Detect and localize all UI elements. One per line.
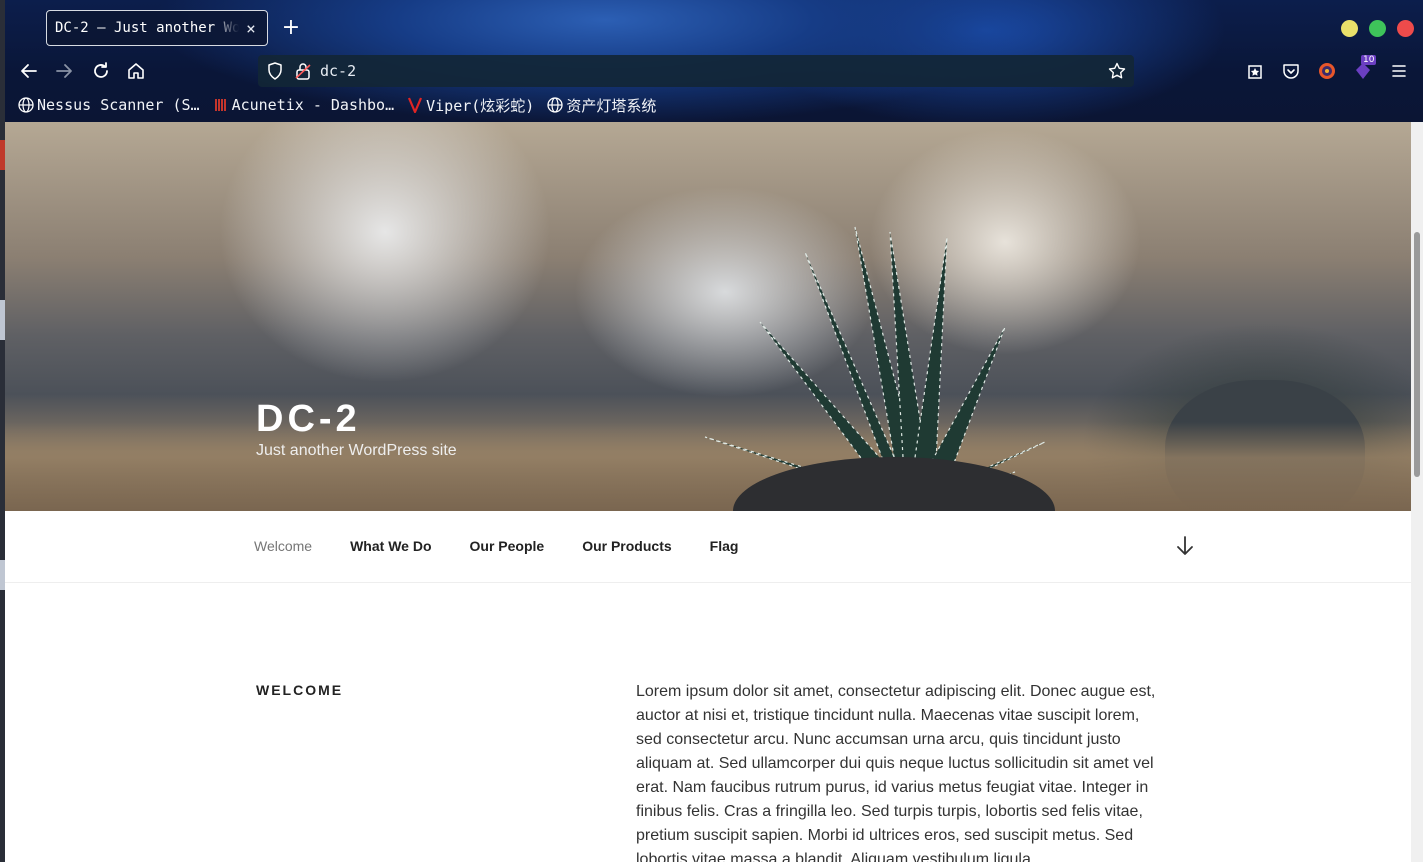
reading-list-button[interactable] xyxy=(1244,60,1266,82)
extension-count-badge: 10 xyxy=(1361,55,1377,65)
reload-button[interactable] xyxy=(90,60,112,82)
nav-item-our-products[interactable]: Our Products xyxy=(582,538,671,554)
bookmarks-toolbar: Nessus Scanner (S… Acunetix - Dashbo… Vi… xyxy=(17,93,668,117)
nav-item-welcome[interactable]: Welcome xyxy=(254,538,312,554)
page-body-text: Lorem ipsum dolor sit amet, consectetur … xyxy=(636,683,1156,862)
extension-badge-button[interactable]: 10 xyxy=(1352,55,1377,82)
site-tagline: Just another WordPress site xyxy=(256,442,457,459)
nav-item-what-we-do[interactable]: What We Do xyxy=(350,538,431,554)
address-bar[interactable]: dc-2 xyxy=(258,55,1134,87)
page-scrollbar[interactable] xyxy=(1411,122,1423,862)
web-page: DC-2 Just another WordPress site Welcome… xyxy=(5,122,1411,862)
acunetix-logo-icon xyxy=(212,97,229,114)
back-button[interactable] xyxy=(18,60,40,82)
bookmark-item[interactable]: Acunetix - Dashbo… xyxy=(212,96,395,114)
pocket-button[interactable] xyxy=(1280,60,1302,82)
library-icon xyxy=(1248,65,1262,79)
page-title: WELCOME xyxy=(256,682,344,698)
window-close-button[interactable] xyxy=(1397,20,1414,37)
back-arrow-icon xyxy=(21,64,37,78)
page-content: WELCOME Lorem ipsum dolor sit amet, cons… xyxy=(5,583,1411,862)
viper-logo-icon xyxy=(406,97,423,114)
tab-title: DC-2 — Just another WordPress site xyxy=(55,20,239,36)
nav-item-flag[interactable]: Flag xyxy=(710,538,739,554)
bookmark-item[interactable]: Nessus Scanner (S… xyxy=(17,96,200,114)
bookmark-item[interactable]: 资产灯塔系统 xyxy=(546,95,656,116)
scrollbar-thumb[interactable] xyxy=(1414,232,1420,477)
foxyproxy-icon xyxy=(1319,63,1335,79)
extension-foxyproxy-button[interactable] xyxy=(1316,60,1338,82)
bookmark-label: Viper(炫彩蛇) xyxy=(426,96,535,115)
hamburger-menu-icon xyxy=(1392,65,1406,77)
site-title[interactable]: DC-2 xyxy=(256,398,361,441)
insecure-lock-icon[interactable] xyxy=(294,62,312,80)
menu-button[interactable] xyxy=(1388,60,1410,82)
globe-icon xyxy=(17,97,34,114)
pocket-icon xyxy=(1283,64,1299,79)
url-text[interactable]: dc-2 xyxy=(320,62,1108,80)
header-hero-image: DC-2 Just another WordPress site xyxy=(5,122,1411,511)
bookmark-star-icon[interactable] xyxy=(1108,62,1126,80)
tab-close-icon[interactable]: × xyxy=(243,19,259,38)
browser-tab-active[interactable]: DC-2 — Just another WordPress site × xyxy=(46,10,268,46)
shield-icon[interactable] xyxy=(266,62,284,80)
browser-toolbar: DC-2 — Just another WordPress site × + d… xyxy=(5,0,1423,122)
new-tab-button[interactable]: + xyxy=(281,16,301,40)
home-button[interactable] xyxy=(125,60,147,82)
forward-arrow-icon xyxy=(56,64,72,78)
main-navigation: Welcome What We Do Our People Our Produc… xyxy=(5,511,1411,583)
bookmark-label: Acunetix - Dashbo… xyxy=(231,96,395,114)
scroll-down-arrow-icon[interactable] xyxy=(1176,535,1194,557)
home-icon xyxy=(128,63,144,79)
bookmark-label: Nessus Scanner (S… xyxy=(37,96,200,114)
bookmark-label: 资产灯塔系统 xyxy=(566,96,657,115)
bookmark-item[interactable]: Viper(炫彩蛇) xyxy=(406,95,534,116)
forward-button[interactable] xyxy=(53,60,75,82)
nav-item-our-people[interactable]: Our People xyxy=(470,538,545,554)
globe-icon xyxy=(546,97,563,114)
reload-icon xyxy=(94,62,108,78)
window-maximize-button[interactable] xyxy=(1369,20,1386,37)
window-minimize-button[interactable] xyxy=(1341,20,1358,37)
